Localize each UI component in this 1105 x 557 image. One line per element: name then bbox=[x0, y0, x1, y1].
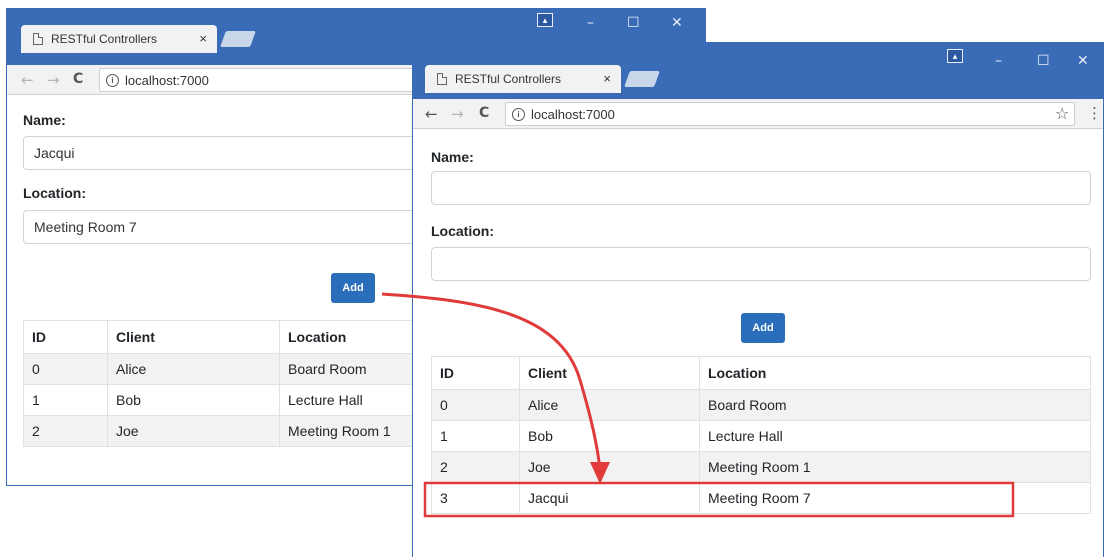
left-maximize-icon[interactable]: ☐ bbox=[627, 15, 640, 31]
right-tab-title: RESTful Controllers bbox=[455, 72, 562, 86]
left-new-tab-button[interactable] bbox=[220, 31, 256, 47]
left-address-bar[interactable]: i localhost:7000 bbox=[99, 68, 419, 92]
left-minimize-icon[interactable]: – bbox=[587, 15, 594, 31]
right-location-input[interactable] bbox=[431, 247, 1091, 281]
right-reservations-table: ID Client Location 0 Alice Board Room 1 … bbox=[431, 356, 1091, 514]
left-add-button[interactable]: Add bbox=[331, 273, 375, 303]
right-tab[interactable]: RESTful Controllers × bbox=[425, 65, 621, 93]
right-titlebar: RESTful Controllers × ▴ – ☐ ✕ bbox=[413, 43, 1103, 99]
cell-id: 2 bbox=[23, 415, 108, 447]
left-tab-title: RESTful Controllers bbox=[51, 32, 158, 46]
info-icon: i bbox=[512, 107, 525, 121]
right-name-label: Name: bbox=[431, 149, 474, 165]
column-header-id: ID bbox=[431, 356, 520, 390]
left-close-icon[interactable]: ✕ bbox=[671, 15, 683, 31]
cell-location: Lecture Hall bbox=[699, 420, 1091, 452]
column-header-client: Client bbox=[519, 356, 700, 390]
left-user-icon[interactable]: ▴ bbox=[537, 13, 553, 27]
right-maximize-icon[interactable]: ☐ bbox=[1037, 53, 1050, 69]
cell-id: 2 bbox=[431, 451, 520, 483]
column-header-location: Location bbox=[699, 356, 1091, 390]
table-row-new: 3 Jacqui Meeting Room 7 bbox=[431, 482, 1091, 514]
cell-client: Alice bbox=[107, 353, 280, 385]
table-row: 0 Alice Board Room bbox=[431, 389, 1091, 421]
right-close-icon[interactable]: ✕ bbox=[1077, 53, 1089, 69]
cell-id: 1 bbox=[431, 420, 520, 452]
cell-id: 3 bbox=[431, 482, 520, 514]
left-address-text: localhost:7000 bbox=[125, 72, 209, 88]
menu-icon[interactable]: ⋮ bbox=[1087, 104, 1102, 122]
right-user-icon[interactable]: ▴ bbox=[947, 49, 963, 63]
cell-client: Joe bbox=[519, 451, 700, 483]
cell-location: Meeting Room 1 bbox=[699, 451, 1091, 483]
right-new-tab-button[interactable] bbox=[624, 71, 660, 87]
cell-client: Alice bbox=[519, 389, 700, 421]
cell-client: Joe bbox=[107, 415, 280, 447]
right-back-icon[interactable]: ← bbox=[425, 105, 438, 123]
cell-client: Bob bbox=[519, 420, 700, 452]
cell-location: Meeting Room 7 bbox=[699, 482, 1091, 514]
column-header-client: Client bbox=[107, 320, 280, 354]
left-tab[interactable]: RESTful Controllers × bbox=[21, 25, 217, 53]
left-reload-icon[interactable]: C bbox=[73, 71, 83, 87]
document-icon bbox=[437, 73, 447, 85]
right-address-text: localhost:7000 bbox=[531, 106, 615, 122]
cell-id: 0 bbox=[431, 389, 520, 421]
table-row: 2 Joe Meeting Room 1 bbox=[431, 451, 1091, 483]
cell-id: 1 bbox=[23, 384, 108, 416]
right-reload-icon[interactable]: C bbox=[479, 105, 489, 121]
left-location-label: Location: bbox=[23, 185, 86, 201]
right-add-button[interactable]: Add bbox=[741, 313, 785, 343]
cell-location: Board Room bbox=[699, 389, 1091, 421]
right-tab-close-icon[interactable]: × bbox=[603, 71, 611, 86]
cell-id: 0 bbox=[23, 353, 108, 385]
right-name-input[interactable] bbox=[431, 171, 1091, 205]
right-forward-icon[interactable]: → bbox=[451, 105, 464, 123]
right-toolbar: ← → C i localhost:7000 ☆ ⋮ bbox=[413, 99, 1103, 129]
table-row: 1 Bob Lecture Hall bbox=[431, 420, 1091, 452]
left-forward-icon[interactable]: → bbox=[47, 71, 60, 89]
info-icon: i bbox=[106, 73, 119, 87]
right-minimize-icon[interactable]: – bbox=[995, 53, 1002, 69]
bookmark-star-icon[interactable]: ☆ bbox=[1055, 104, 1069, 123]
document-icon bbox=[33, 33, 43, 45]
left-name-label: Name: bbox=[23, 112, 66, 128]
right-browser-window: RESTful Controllers × ▴ – ☐ ✕ ← → C i lo… bbox=[412, 42, 1104, 557]
cell-client: Jacqui bbox=[519, 482, 700, 514]
left-tab-close-icon[interactable]: × bbox=[199, 31, 207, 46]
column-header-id: ID bbox=[23, 320, 108, 354]
right-location-label: Location: bbox=[431, 223, 494, 239]
left-back-icon[interactable]: ← bbox=[21, 71, 34, 89]
cell-client: Bob bbox=[107, 384, 280, 416]
right-address-bar[interactable]: i localhost:7000 bbox=[505, 102, 1075, 126]
